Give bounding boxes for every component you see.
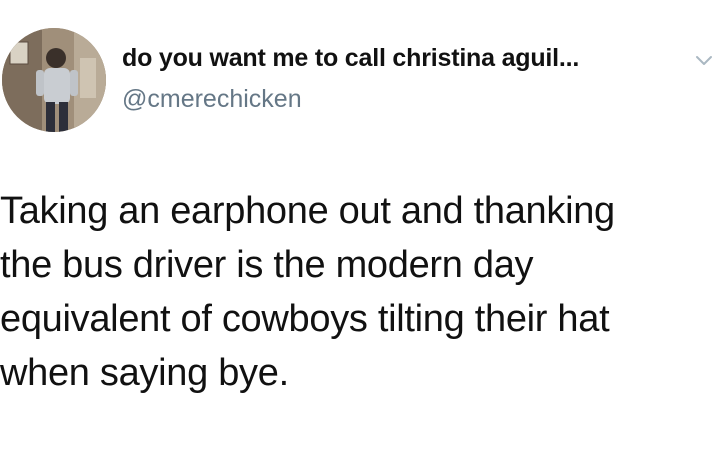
chevron-down-icon[interactable] xyxy=(694,54,714,68)
avatar-photo-icon xyxy=(2,28,106,132)
tweet-text-line: Taking an earphone out and thanking xyxy=(0,190,615,232)
tweet-card: do you want me to call christina aguil..… xyxy=(0,0,720,465)
author-handle[interactable]: @cmerechicken xyxy=(122,85,302,114)
author-display-name[interactable]: do you want me to call christina aguil..… xyxy=(122,44,579,73)
tweet-text-line: the bus driver is the modern day xyxy=(0,244,534,286)
avatar[interactable] xyxy=(2,28,106,132)
tweet-text-line: when saying bye. xyxy=(0,352,289,394)
tweet-text-line: equivalent of cowboys tilting their hat xyxy=(0,298,610,340)
tweet-text: Taking an earphone out and thanking the … xyxy=(0,184,712,400)
tweet-header: do you want me to call christina aguil..… xyxy=(0,0,720,150)
